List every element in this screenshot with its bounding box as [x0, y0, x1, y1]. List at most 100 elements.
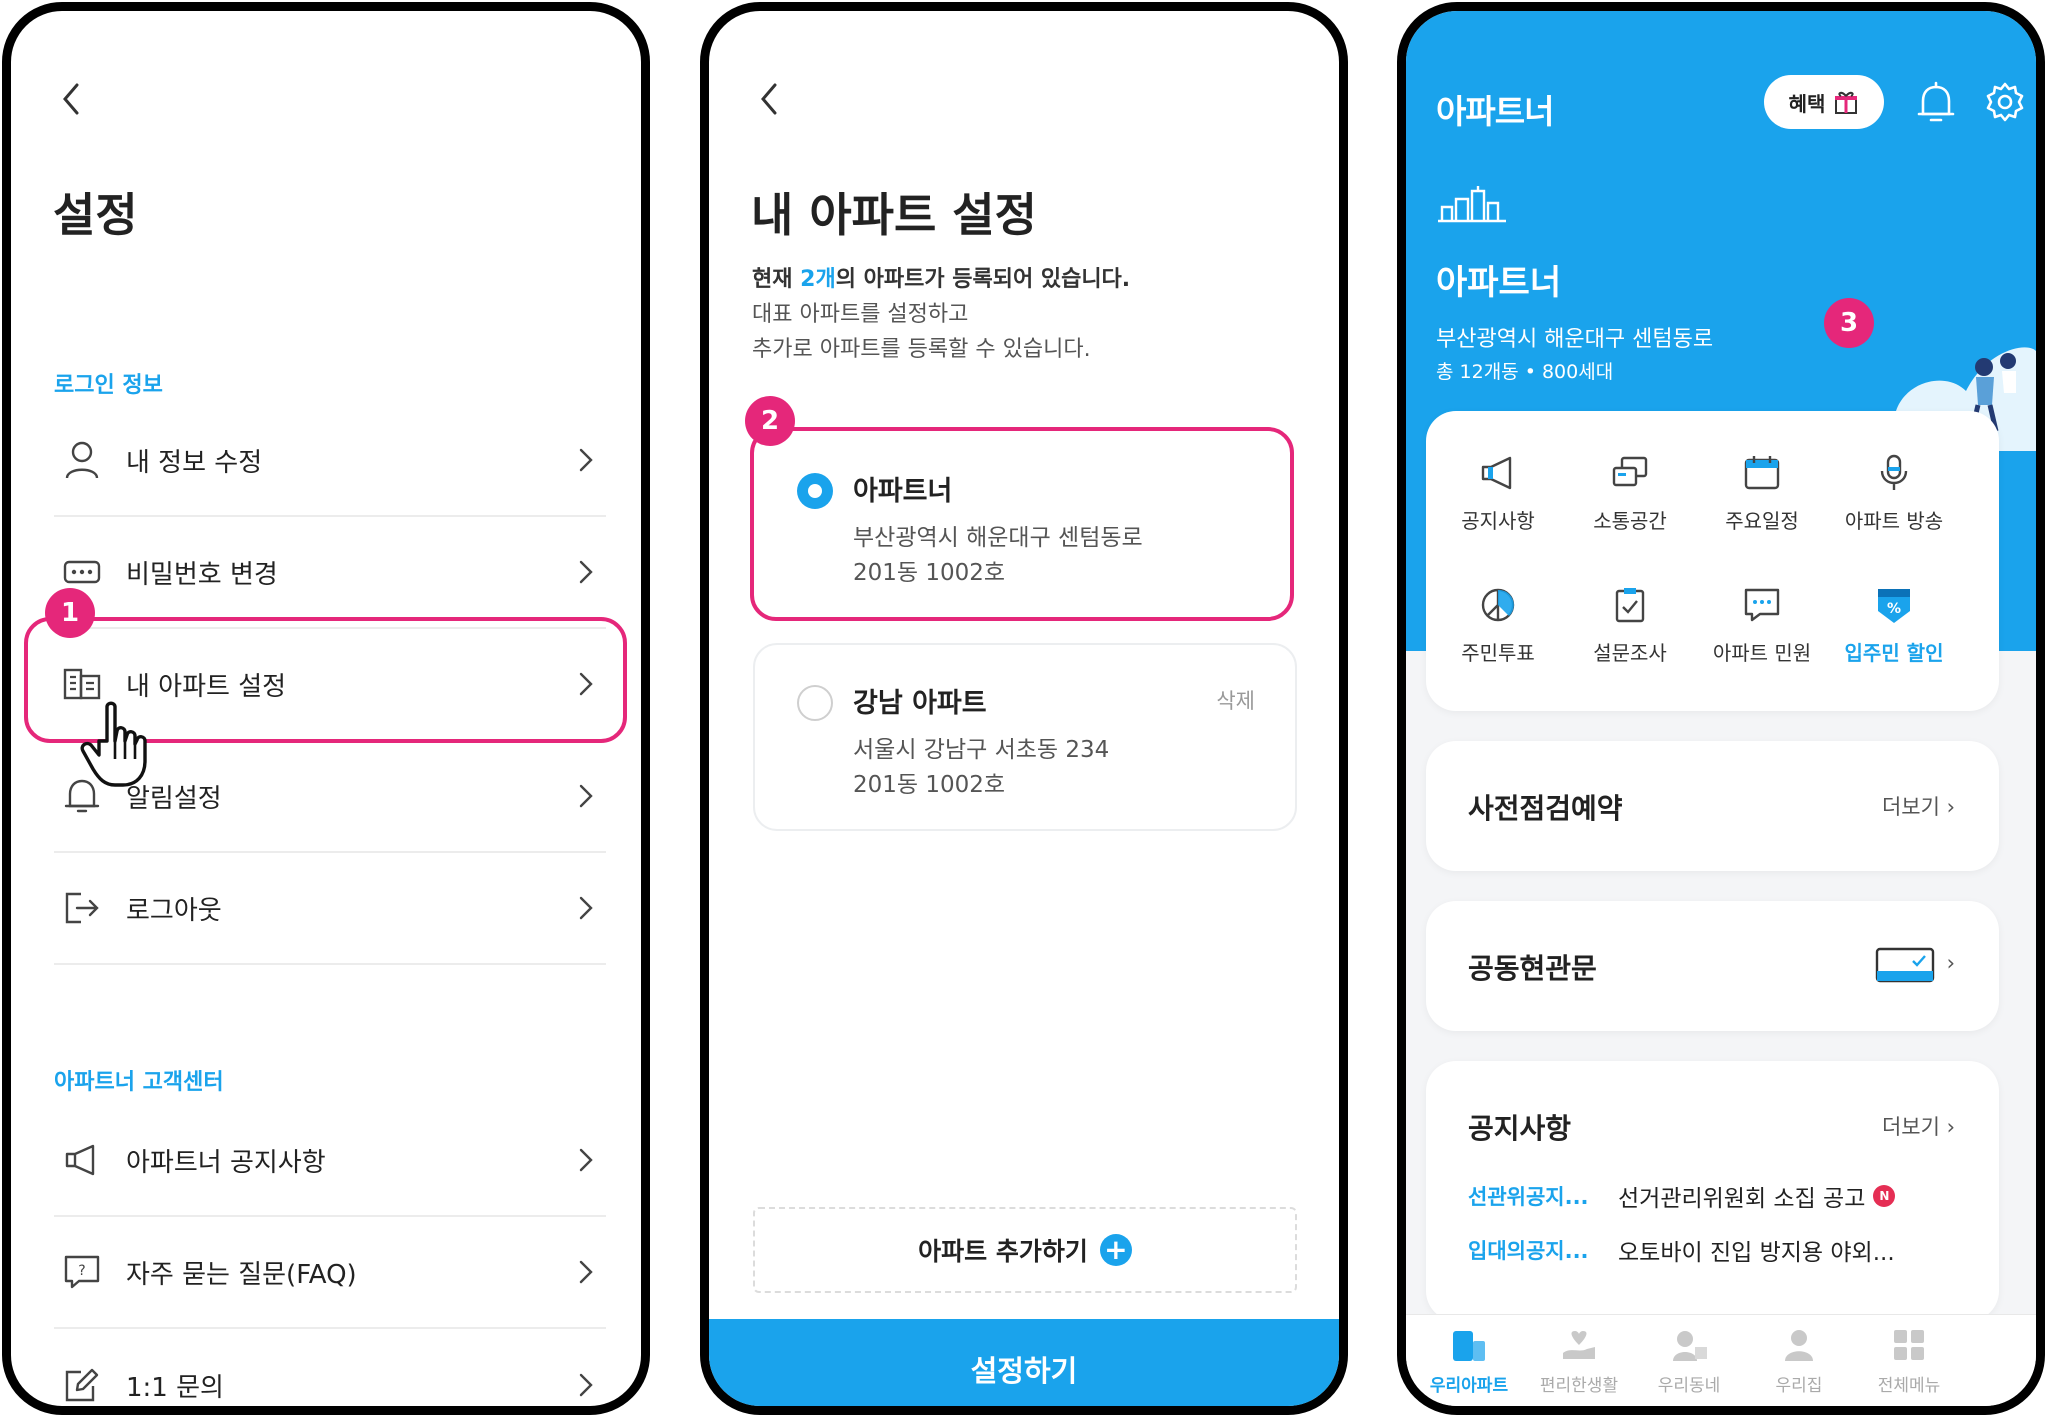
more-link[interactable]: 더보기 ›	[1882, 1111, 1955, 1141]
menu-survey[interactable]: 설문조사	[1560, 581, 1700, 666]
nav-neighborhood[interactable]: 우리동네	[1634, 1321, 1744, 1396]
notice-item[interactable]: 선관위공지... 선거관리위원회 소집 공고 N	[1468, 1179, 1978, 1213]
description-line3: 추가로 아파트를 등록할 수 있습니다.	[752, 337, 1091, 362]
nav-all-menu[interactable]: 전체메뉴	[1854, 1321, 1964, 1396]
menu-label: 소통공간	[1593, 509, 1667, 533]
panel-title: 사전점검예약	[1468, 792, 1623, 825]
panel-title: 공동현관문	[1468, 952, 1597, 985]
menu-label: 아파트 민원	[1712, 641, 1812, 665]
menu-discount[interactable]: % 입주민 할인	[1824, 581, 1964, 666]
notice-item[interactable]: 입대의공지... 오토바이 진입 방지용 야외...	[1468, 1233, 1978, 1267]
menu-broadcast[interactable]: 아파트 방송	[1824, 449, 1964, 534]
grid-menu-icon	[1854, 1321, 1964, 1369]
bottom-navigation: 우리아파트 편리한생활 우리동네 우리집 전체메뉴	[1406, 1314, 2036, 1406]
menu-inquiry[interactable]: 1:1 문의	[54, 1329, 606, 1406]
menu-label: 내 정보 수정	[126, 447, 263, 478]
nav-label: 우리동네	[1657, 1376, 1721, 1396]
nav-label: 편리한생활	[1539, 1376, 1619, 1396]
add-apartment-label: 아파트 추가하기	[918, 1237, 1088, 1266]
menu-label: 주요일정	[1725, 509, 1799, 533]
step-badge: 3	[1824, 298, 1874, 348]
home-screen: 아파트너 혜택 아파트너 부산광역시 해운대구 센텀동로 총 12개동 • 80…	[1397, 2, 2045, 1415]
menu-complaint[interactable]: 아파트 민원	[1692, 581, 1832, 666]
entrance-door-panel[interactable]: 공동현관문 ›	[1426, 901, 1999, 1031]
panel-title: 공지사항	[1468, 1112, 1572, 1145]
menu-community[interactable]: 소통공간	[1560, 449, 1700, 534]
hand-pointer-icon	[80, 701, 147, 787]
menu-label: 아파트너 공지사항	[126, 1147, 326, 1178]
menu-edit-profile[interactable]: 내 정보 수정	[54, 405, 606, 517]
menu-label: 로그아웃	[126, 895, 222, 926]
radio-unselected-icon[interactable]	[797, 685, 833, 721]
menu-vote[interactable]: 주민투표	[1428, 581, 1568, 666]
apartment-card[interactable]: 강남 아파트 삭제 서울시 강남구 서초동 234 201동 1002호	[753, 643, 1297, 831]
my-apartment-settings-screen: 내 아파트 설정 현재 2개의 아파트가 등록되어 있습니다. 대표 아파트를 …	[700, 2, 1348, 1415]
new-badge: N	[1873, 1185, 1896, 1207]
door-card-icon	[1875, 947, 1935, 983]
benefit-button[interactable]: 혜택	[1764, 75, 1884, 129]
menu-change-password[interactable]: 비밀번호 변경	[54, 517, 606, 629]
back-icon[interactable]	[755, 79, 785, 119]
nav-my-apartment[interactable]: 우리아파트	[1414, 1321, 1524, 1396]
menu-notice[interactable]: 아파트너 공지사항	[54, 1105, 606, 1217]
desc-prefix: 현재	[752, 267, 801, 292]
gear-icon[interactable]	[1984, 81, 2026, 123]
megaphone-icon	[60, 1138, 104, 1182]
page-title: 내 아파트 설정	[751, 188, 1037, 242]
add-apartment-button[interactable]: 아파트 추가하기 +	[753, 1207, 1297, 1293]
plus-icon: +	[1099, 1234, 1132, 1266]
notice-panel: 공지사항 더보기 › 선관위공지... 선거관리위원회 소집 공고 N 입대의공…	[1426, 1061, 1999, 1321]
chevron-right-icon	[579, 896, 593, 920]
nav-label: 우리아파트	[1429, 1376, 1509, 1396]
description-line2: 대표 아파트를 설정하고	[752, 302, 969, 327]
svg-text:?: ?	[78, 1263, 85, 1279]
description-line1: 현재 2개의 아파트가 등록되어 있습니다.	[752, 261, 1130, 293]
clipboard-icon	[1560, 581, 1700, 629]
menu-label: 주민투표	[1461, 641, 1535, 665]
microphone-icon	[1824, 449, 1964, 497]
unit-line: 201동 1002호	[853, 772, 1006, 798]
nav-my-home[interactable]: 우리집	[1744, 1321, 1854, 1396]
chat-icon	[1560, 449, 1700, 497]
menu-logout[interactable]: 로그아웃	[54, 853, 606, 965]
notice-category: 선관위공지...	[1468, 1185, 1589, 1209]
page-title: 설정	[53, 188, 138, 242]
nav-convenient-life[interactable]: 편리한생활	[1524, 1321, 1634, 1396]
more-label: 더보기	[1881, 795, 1940, 819]
settings-screen: 설정 로그인 정보 내 정보 수정 비밀번호 변경 내 아파트 설정 알림설정 …	[2, 2, 650, 1415]
apartment-name: 강남 아파트	[853, 688, 987, 719]
message-icon	[1692, 581, 1832, 629]
menu-label: 공지사항	[1461, 509, 1535, 533]
back-icon[interactable]	[57, 79, 87, 119]
discount-icon: %	[1824, 581, 1964, 629]
bell-icon[interactable]	[1916, 81, 1956, 125]
logout-icon	[60, 886, 104, 930]
menu-label: 설문조사	[1593, 641, 1667, 665]
notice-category: 입대의공지...	[1468, 1239, 1589, 1263]
desc-suffix: 의 아파트가 등록되어 있습니다.	[835, 267, 1131, 292]
submit-label: 설정하기	[970, 1354, 1078, 1388]
delete-button[interactable]: 삭제	[1216, 685, 1255, 715]
vote-icon	[1428, 581, 1568, 629]
apartment-name: 아파트너	[1436, 263, 1562, 303]
user-icon	[60, 438, 104, 482]
chevron-right-icon	[579, 560, 593, 584]
more-label: 더보기	[1881, 1115, 1940, 1139]
address-line: 서울시 강남구 서초동 234	[853, 737, 1110, 763]
more-link[interactable]: 더보기 ›	[1882, 791, 1955, 821]
submit-button[interactable]: 설정하기	[709, 1319, 1339, 1406]
menu-label: 알림설정	[126, 783, 222, 814]
menu-faq[interactable]: ? 자주 묻는 질문(FAQ)	[54, 1217, 606, 1329]
menu-schedule[interactable]: 주요일정	[1692, 449, 1832, 534]
menu-notice[interactable]: 공지사항	[1428, 449, 1568, 534]
chevron-right-icon	[579, 448, 593, 472]
chevron-right-icon[interactable]: ›	[1947, 951, 1955, 975]
megaphone-icon	[1428, 449, 1568, 497]
notice-title: 오토바이 진입 방지용 야외...	[1618, 1240, 1895, 1266]
inspection-panel[interactable]: 사전점검예약 더보기 ›	[1426, 741, 1999, 871]
city-icon	[1438, 186, 1506, 223]
apartment-count: 2개	[800, 267, 836, 292]
menu-label: 입주민 할인	[1844, 641, 1944, 665]
edit-icon	[60, 1363, 104, 1406]
menu-label: 아파트 방송	[1844, 509, 1944, 533]
